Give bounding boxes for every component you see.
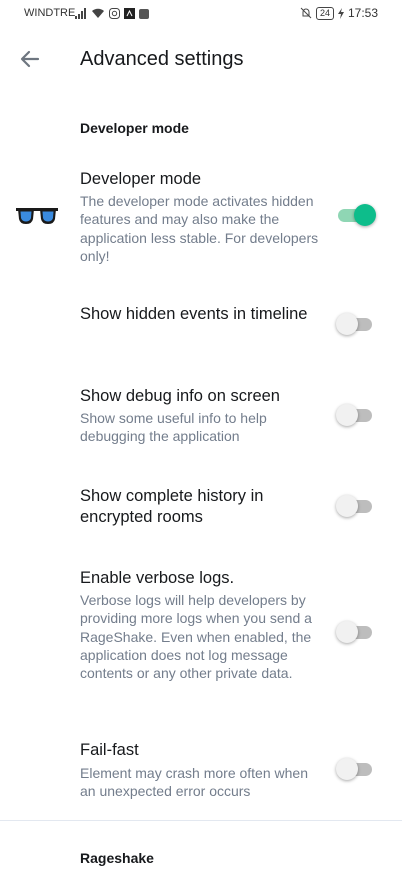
developer-mode-toggle[interactable] <box>336 202 376 228</box>
setting-title: Enable verbose logs. <box>80 569 235 587</box>
app-notification-icon-2 <box>139 8 149 19</box>
show-debug-info-toggle[interactable] <box>336 402 374 428</box>
app-notification-icon <box>124 7 135 19</box>
toggle-thumb <box>336 313 358 335</box>
status-time: 17:53 <box>347 6 378 20</box>
charging-icon <box>337 7 344 19</box>
show-complete-history-toggle[interactable] <box>336 493 374 519</box>
setting-show-hidden-events[interactable]: Show hidden events in timeline <box>0 300 402 360</box>
status-bar: WINDTRE 24 17:53 <box>0 0 402 26</box>
enable-verbose-logs-toggle[interactable] <box>336 619 374 645</box>
battery-indicator: 24 <box>315 6 334 20</box>
setting-description: The developer mode activates hidden feat… <box>80 193 319 264</box>
toggle-thumb <box>354 204 376 226</box>
toggle-thumb <box>336 758 358 780</box>
fail-fast-toggle[interactable] <box>336 756 374 782</box>
setting-title: Show hidden events in timeline <box>80 305 308 323</box>
setting-title: Fail-fast <box>80 741 139 759</box>
setting-description: Verbose logs will help developers by pro… <box>80 592 312 682</box>
signal-icon <box>75 7 86 19</box>
setting-description: Element may crash more often when an une… <box>80 765 308 800</box>
toggle-thumb <box>336 621 358 643</box>
setting-show-complete-history[interactable]: Show complete history in encrypted rooms <box>0 482 402 542</box>
carrier-label: WINDTRE <box>24 7 76 19</box>
section-title-developer-mode: Developer mode <box>80 120 189 136</box>
status-right: 24 17:53 <box>300 6 378 20</box>
instagram-icon <box>109 7 120 19</box>
setting-description: Show some useful info to help debugging … <box>80 410 267 445</box>
section-divider <box>0 820 402 821</box>
page-title: Advanced settings <box>80 48 244 70</box>
setting-show-debug-info[interactable]: Show debug info on screen Show some usef… <box>0 382 402 452</box>
setting-title: Show complete history in encrypted rooms <box>80 487 264 526</box>
arrow-left-icon <box>20 50 40 68</box>
toggle-thumb <box>336 404 358 426</box>
section-title-rageshake: Rageshake <box>80 850 154 866</box>
bell-off-icon <box>300 7 312 19</box>
toggle-thumb <box>336 495 358 517</box>
setting-title: Show debug info on screen <box>80 387 280 405</box>
wifi-icon <box>92 8 104 18</box>
status-left-icons <box>75 6 149 20</box>
setting-enable-verbose-logs[interactable]: Enable verbose logs. Verbose logs will h… <box>0 564 402 704</box>
back-button[interactable] <box>14 43 46 75</box>
setting-title: Developer mode <box>80 170 202 188</box>
setting-fail-fast[interactable]: Fail-fast Element may crash more often w… <box>0 737 402 807</box>
sunglasses-icon <box>16 208 58 224</box>
app-bar: Advanced settings <box>0 26 402 92</box>
show-hidden-events-toggle[interactable] <box>336 311 374 337</box>
setting-developer-mode[interactable]: Developer mode The developer mode activa… <box>0 160 402 280</box>
